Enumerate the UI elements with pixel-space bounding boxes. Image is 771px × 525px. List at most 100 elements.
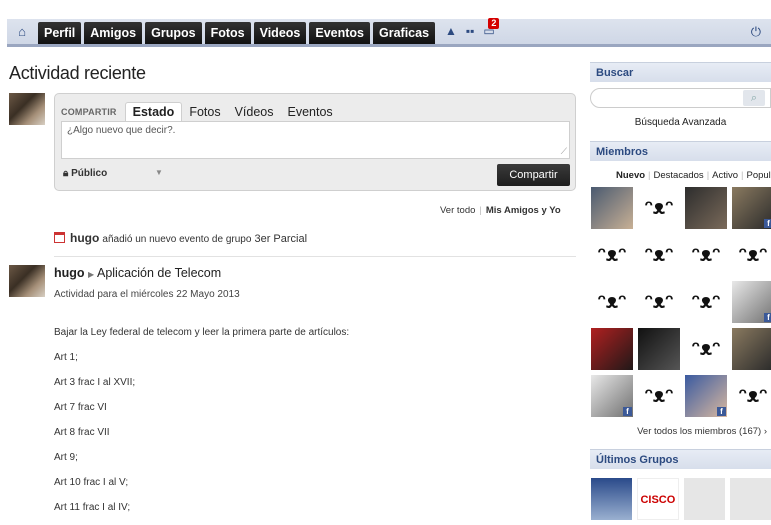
search-input[interactable]: ⌕ [590, 88, 771, 108]
tab-divider: | [648, 170, 651, 181]
member-thumbnail[interactable]: f [732, 187, 771, 229]
member-default-avatar-icon[interactable]: ᵔᴥᵔ [591, 281, 633, 323]
resize-grip-icon[interactable]: ⟋ [561, 146, 567, 157]
post-user-link[interactable]: hugo [54, 266, 85, 280]
filter-all-link[interactable]: Ver todo [440, 205, 475, 216]
composer-label: COMPARTIR [61, 106, 117, 117]
nav-tab-perfil[interactable]: Perfil [38, 22, 82, 44]
member-thumbnail[interactable]: f [591, 375, 633, 417]
members-tab-activo[interactable]: Activo [712, 170, 738, 181]
member-thumbnail[interactable] [732, 328, 771, 370]
friends-icon[interactable]: ▪▪ [466, 24, 475, 38]
calendar-icon [54, 232, 65, 243]
nav-tab-graficas[interactable]: Graficas [373, 22, 436, 44]
post-subtitle: Actividad para el miércoles 22 Mayo 2013 [54, 289, 240, 300]
members-tab-destacados[interactable]: Destacados [654, 170, 704, 181]
member-default-avatar-icon[interactable]: ᵔᴥᵔ [591, 234, 633, 276]
post-line: Art 7 frac VI [54, 402, 107, 413]
filter-divider: | [479, 205, 482, 216]
divider [54, 256, 576, 257]
filter-mine-link[interactable]: Mis Amigos y Yo [486, 205, 561, 216]
messages-icon[interactable]: ▭ 2 [483, 18, 500, 38]
right-sidebar: Buscar ⌕ Búsqueda Avanzada Miembros Nuev… [590, 62, 771, 520]
nav-tab-eventos[interactable]: Eventos [309, 22, 370, 44]
status-input-placeholder: ¿Algo nuevo que decir?. [67, 125, 176, 136]
post-line: Art 3 frac I al XVII; [54, 377, 136, 388]
chevron-down-icon[interactable]: ▼ [155, 168, 163, 177]
members-tab-popular[interactable]: Popula [747, 170, 771, 181]
post-line: Art 10 frac I al V; [54, 477, 129, 488]
event-group-link[interactable]: 3er Parcial [254, 233, 307, 245]
bell-icon[interactable]: ▲ [445, 24, 457, 38]
tab-estado[interactable]: Estado [124, 102, 183, 121]
status-input[interactable]: ¿Algo nuevo que decir?. ⟋ [61, 121, 570, 159]
event-text: añadió un nuevo evento de grupo [102, 234, 252, 245]
tab-divider: | [741, 170, 744, 181]
search-section-title: Buscar [590, 62, 771, 82]
search-icon[interactable]: ⌕ [743, 90, 765, 106]
member-default-avatar-icon[interactable]: ᵔᴥᵔ [685, 328, 727, 370]
privacy-label: Público [71, 168, 108, 179]
group-default-avatar-icon[interactable] [729, 478, 771, 520]
post-body: Bajar la Ley federal de telecom y leer l… [54, 326, 349, 525]
nav-tab-grupos[interactable]: Grupos [145, 22, 202, 44]
tab-eventos[interactable]: Eventos [281, 103, 340, 121]
members-grid: ᵔᴥᵔ f ᵔᴥᵔ ᵔᴥᵔ ᵔᴥᵔ ᵔᴥᵔ ᵔᴥᵔ ᵔᴥᵔ ᵔᴥᵔ f ᵔᴥᵔ … [591, 187, 771, 417]
member-thumbnail[interactable] [591, 328, 633, 370]
members-tab-nuevo[interactable]: Nuevo [616, 170, 645, 181]
groups-section-title: Últimos Grupos [590, 449, 771, 469]
power-icon[interactable]: ⏻ [751, 24, 761, 40]
member-default-avatar-icon[interactable]: ᵔᴥᵔ [638, 375, 680, 417]
notification-badge: 2 [488, 18, 500, 29]
event-activity: hugo añadió un nuevo evento de grupo 3er… [54, 231, 307, 245]
member-default-avatar-icon[interactable]: ᵔᴥᵔ [732, 375, 771, 417]
privacy-selector[interactable]: 🔒︎ Público [63, 168, 107, 179]
nav-strip: ⌂ Perfil Amigos Grupos Fotos Videos Even… [7, 18, 771, 47]
top-navigation-bar: ⌂ Perfil Amigos Grupos Fotos Videos Even… [0, 0, 771, 47]
tab-videos[interactable]: Vídeos [228, 103, 281, 121]
member-default-avatar-icon[interactable]: ᵔᴥᵔ [685, 234, 727, 276]
facebook-icon: f [764, 313, 771, 322]
view-all-members-link[interactable]: Ver todos los miembros (167) › [590, 426, 767, 437]
group-default-avatar-icon[interactable] [683, 478, 725, 520]
member-thumbnail[interactable] [638, 328, 680, 370]
cisco-logo[interactable]: CISCO [637, 478, 679, 520]
post-line: Art 1; [54, 352, 78, 363]
members-section-title: Miembros [590, 141, 771, 161]
share-button[interactable]: Compartir [497, 164, 570, 186]
nav-tab-videos[interactable]: Videos [253, 22, 307, 44]
nav-tab-amigos[interactable]: Amigos [84, 22, 143, 44]
tab-fotos[interactable]: Fotos [182, 103, 227, 121]
nav-tab-fotos[interactable]: Fotos [204, 22, 251, 44]
post-avatar[interactable] [9, 265, 45, 297]
arrow-right-icon: ▶ [88, 270, 95, 279]
tab-divider: | [706, 170, 710, 181]
avatar[interactable] [9, 93, 45, 125]
member-default-avatar-icon[interactable]: ᵔᴥᵔ [638, 234, 680, 276]
post-line: Art 11 frac I al IV; [54, 502, 131, 513]
composer-tabs: COMPARTIR Estado Fotos Vídeos Eventos [61, 102, 340, 121]
group-thumbnail[interactable] [591, 478, 633, 520]
facebook-icon: f [623, 407, 632, 416]
activity-filter: Ver todo | Mis Amigos y Yo [440, 205, 561, 216]
event-user-link[interactable]: hugo [70, 231, 99, 245]
post-target-link[interactable]: Aplicación de Telecom [97, 266, 221, 280]
member-thumbnail[interactable]: f [732, 281, 771, 323]
member-default-avatar-icon[interactable]: ᵔᴥᵔ [638, 281, 680, 323]
post-line: Bajar la Ley federal de telecom y leer l… [54, 327, 350, 338]
advanced-search-link[interactable]: Búsqueda Avanzada [590, 117, 771, 128]
member-default-avatar-icon[interactable]: ᵔᴥᵔ [732, 234, 771, 276]
post-line: Art 8 frac VII [54, 427, 110, 438]
page-title: Actividad reciente [9, 63, 146, 83]
member-thumbnail[interactable]: f [685, 375, 727, 417]
groups-list: CISCO [591, 478, 771, 520]
member-thumbnail[interactable] [591, 187, 633, 229]
nav-icons: ▲ ▪▪ ▭ 2 [445, 18, 500, 38]
nav-tabs: Perfil Amigos Grupos Fotos Videos Evento… [38, 22, 436, 44]
member-default-avatar-icon[interactable]: ᵔᴥᵔ [685, 281, 727, 323]
post-header: hugo ▶ Aplicación de Telecom [54, 266, 221, 280]
home-icon[interactable]: ⌂ [14, 25, 30, 39]
member-default-avatar-icon[interactable]: ᵔᴥᵔ [638, 187, 680, 229]
facebook-icon: f [764, 219, 771, 228]
member-thumbnail[interactable] [685, 187, 727, 229]
